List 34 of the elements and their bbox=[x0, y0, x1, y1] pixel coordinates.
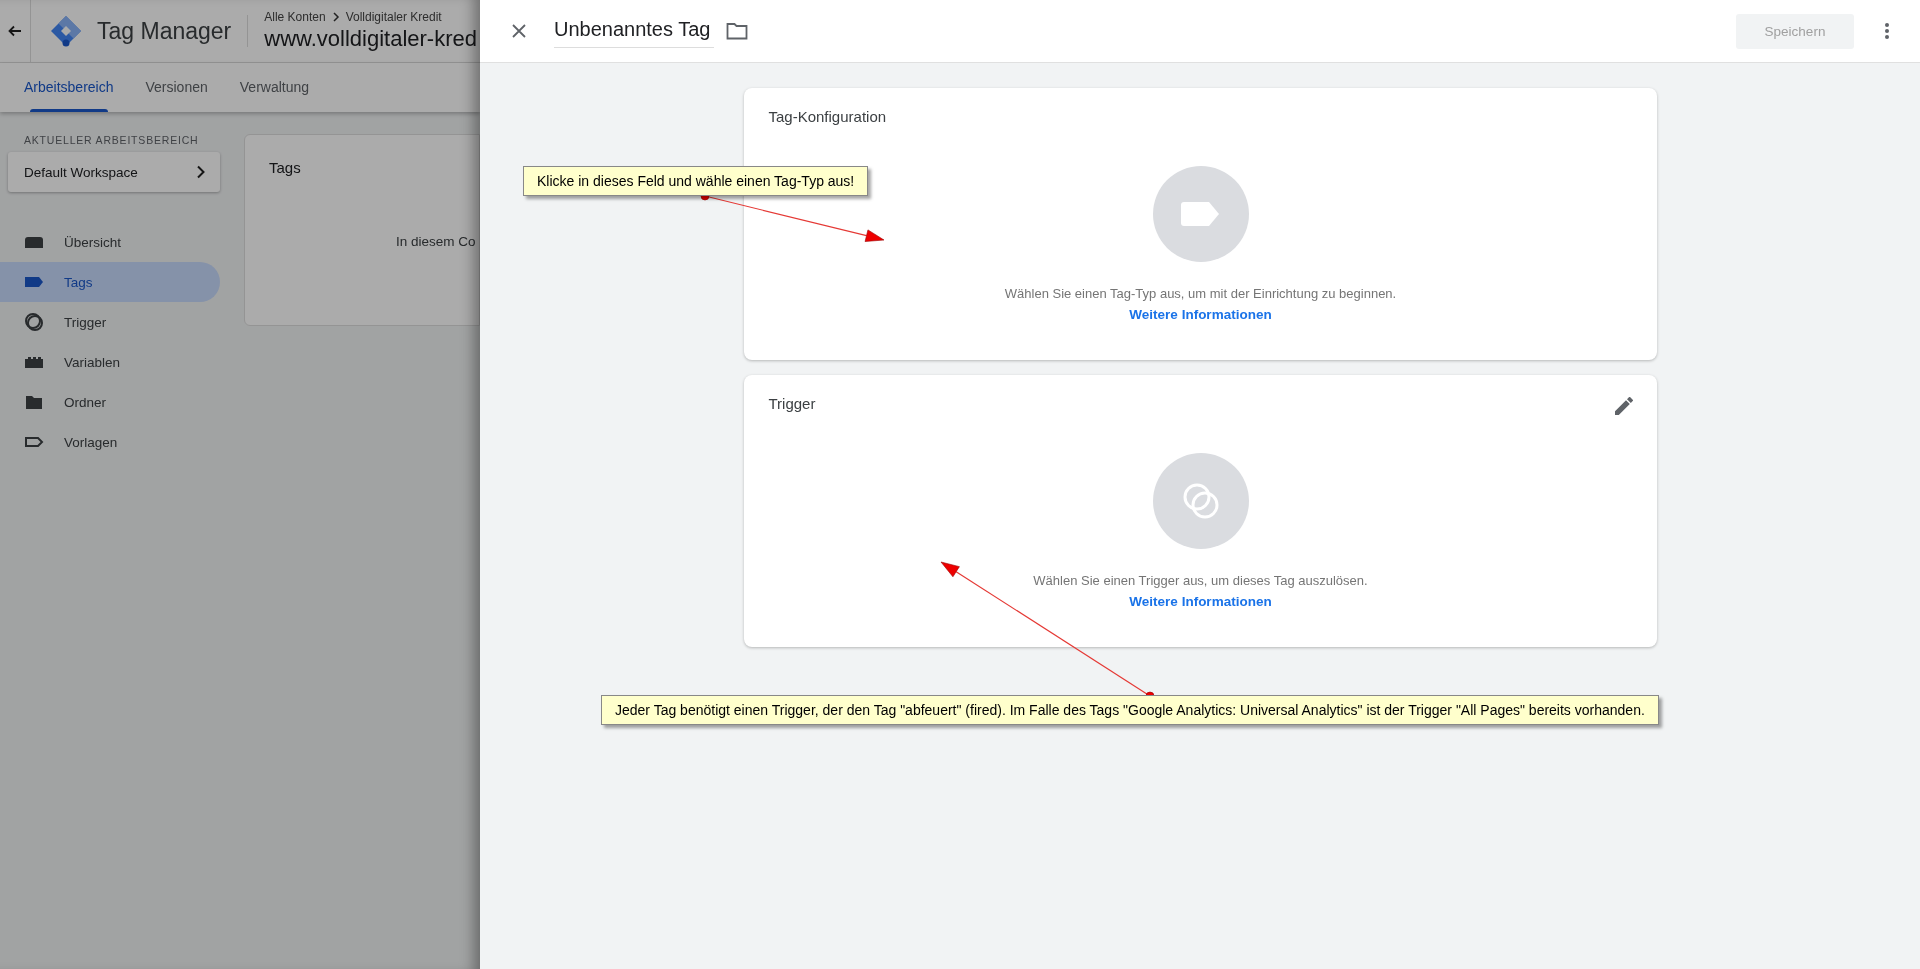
trigger-card[interactable]: Trigger Wählen Sie einen Trigger aus, um dieses Tag auszulösen. Weitere Informationen bbox=[743, 375, 1657, 647]
pencil-icon[interactable] bbox=[1614, 397, 1633, 415]
breadcrumb-link[interactable]: Volldigitaler Kredit bbox=[345, 10, 442, 24]
chevron-icon bbox=[331, 12, 340, 22]
learn-more-link[interactable]: Weitere Informationen bbox=[1129, 307, 1272, 322]
sidebar-item[interactable]: Variablen bbox=[0, 342, 220, 382]
card-title: Tag-Konfiguration bbox=[768, 108, 887, 125]
chevron-icon bbox=[196, 165, 206, 179]
trigger-icon bbox=[24, 312, 44, 332]
nav-tab[interactable]: Verwaltung bbox=[227, 63, 322, 112]
annotation-callout: Klicke in dieses Feld und wähle einen Tag-Typ aus! bbox=[523, 166, 869, 196]
card-title: Trigger bbox=[768, 395, 816, 412]
app-name: Tag Manager bbox=[97, 17, 232, 45]
card-title: Tags bbox=[269, 159, 302, 176]
container-name[interactable]: www.volldigitaler-kred bbox=[264, 26, 477, 52]
sidebar-item[interactable]: Übersicht bbox=[0, 222, 220, 262]
learn-more-link[interactable]: Weitere Informationen bbox=[1129, 594, 1272, 609]
sidebar-item[interactable]: Trigger bbox=[0, 302, 220, 342]
instruction-text: Wählen Sie einen Tag-Typ aus, um mit der Einrichtung zu beginnen. bbox=[1004, 286, 1397, 301]
nav-tab[interactable]: Arbeitsbereich bbox=[12, 63, 126, 112]
nav-tab[interactable]: Versionen bbox=[133, 63, 220, 112]
sidebar-item[interactable]: Ordner bbox=[0, 382, 220, 422]
workspace-heading: AKTUELLER ARBEITSBEREICH bbox=[23, 134, 200, 146]
more-options-icon[interactable] bbox=[1884, 22, 1890, 40]
sidebar-item[interactable]: Tags bbox=[0, 262, 220, 302]
empty-message: In diesem Co bbox=[396, 234, 477, 249]
instruction-text: Wählen Sie einen Trigger aus, um dieses Tag auszulösen. bbox=[1033, 573, 1368, 588]
annotation-callout: Jeder Tag benötigt einen Trigger, der den Tag "abfeuert" (fired). Im Falle des Tags "Google Analytics: Universal Analytics" ist der Trigger "All Pages" bereits vorhanden. bbox=[601, 695, 1659, 725]
diamond-logo-icon bbox=[49, 14, 83, 48]
workspace-selector[interactable]: Default Workspace bbox=[8, 152, 220, 192]
breadcrumb-link[interactable]: Alle Konten bbox=[264, 10, 326, 24]
sidebar-item[interactable]: Vorlagen bbox=[0, 422, 220, 462]
folder-icon[interactable] bbox=[726, 22, 748, 40]
back-arrow-icon bbox=[8, 24, 22, 38]
